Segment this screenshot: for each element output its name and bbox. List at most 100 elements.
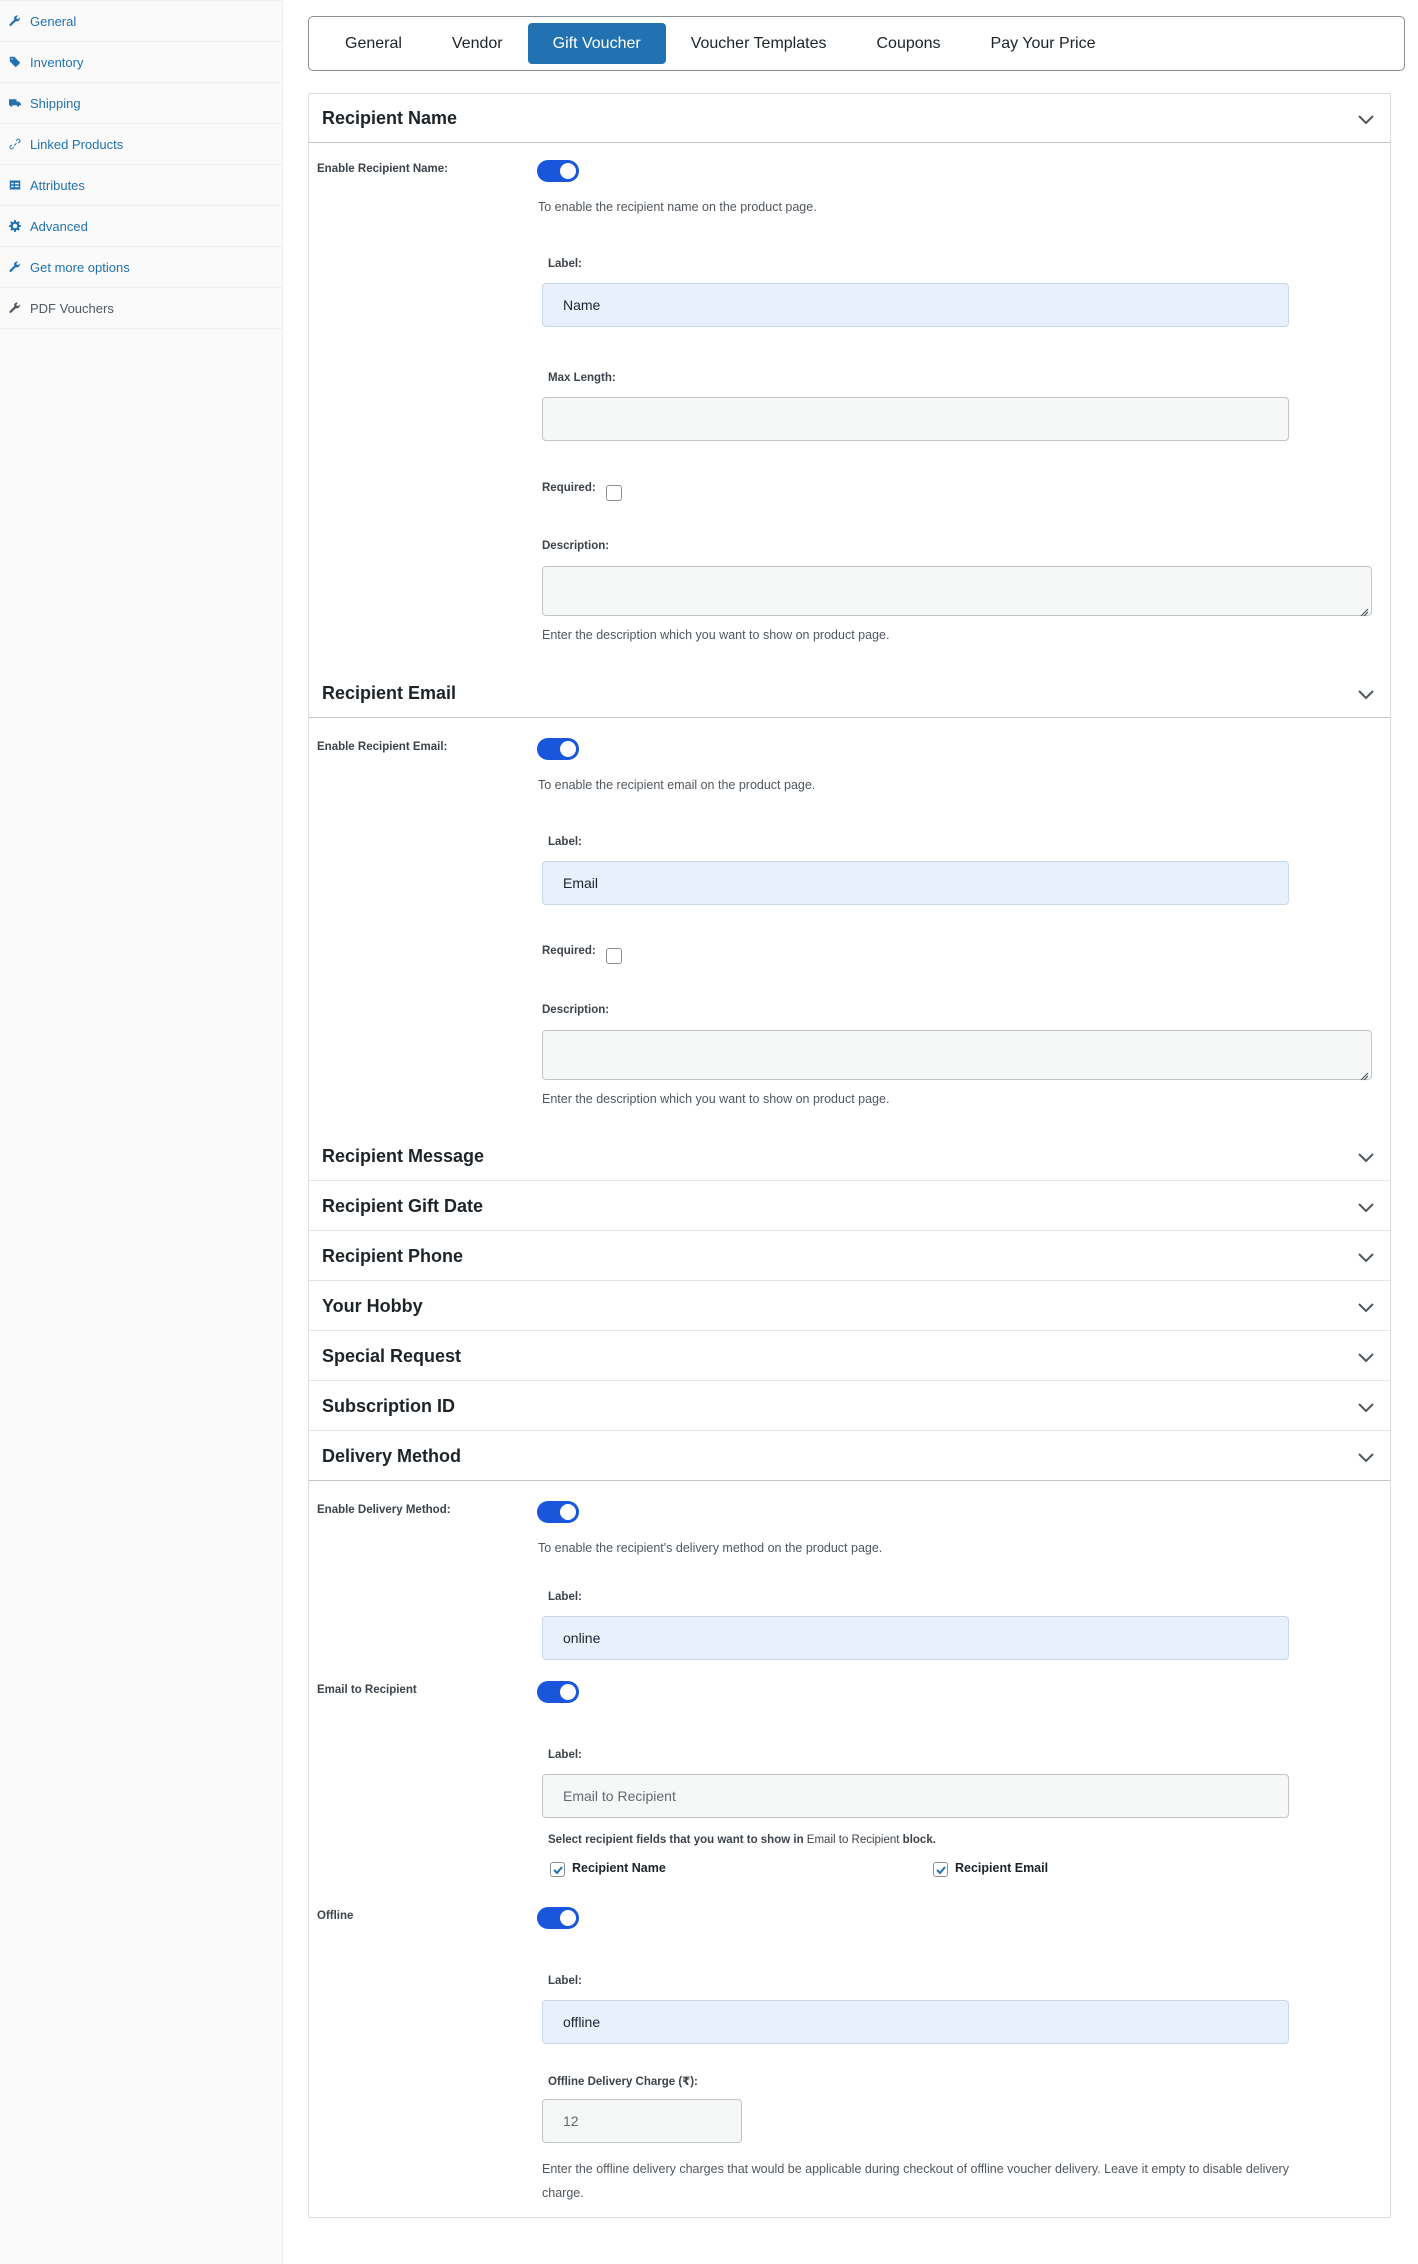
resize-grip-icon[interactable] — [1360, 1068, 1369, 1081]
sidebar-item-label: Inventory — [30, 54, 84, 70]
section-recipient-phone-header[interactable]: Recipient Phone — [309, 1232, 1390, 1281]
enable-delivery-method-toggle[interactable] — [537, 1501, 579, 1523]
recipient-email-label-input[interactable]: Email — [542, 861, 1289, 905]
recipient-name-label-label: Label: — [548, 258, 582, 270]
product-data-sidebar: General Inventory Shipping Linked Produc… — [0, 0, 283, 2264]
checkmark-icon — [553, 1866, 563, 1875]
field-recipient-email-label: Recipient Email — [955, 1861, 1049, 1875]
link-icon — [9, 138, 21, 150]
section-title: Subscription ID — [322, 1395, 456, 1416]
section-title: Recipient Name — [322, 107, 458, 128]
chevron-down-icon — [1356, 1397, 1376, 1417]
recipient-name-required-checkbox[interactable] — [606, 485, 622, 501]
sidebar-item-linked-products[interactable]: Linked Products — [0, 124, 282, 165]
section-title: Recipient Message — [322, 1145, 485, 1166]
tab-pay-your-price[interactable]: Pay Your Price — [966, 23, 1121, 64]
resize-grip-icon[interactable] — [1360, 604, 1369, 617]
field-recipient-email-checkbox[interactable] — [933, 1862, 948, 1877]
section-title: Recipient Phone — [322, 1245, 464, 1266]
section-recipient-message-header[interactable]: Recipient Message — [309, 1132, 1390, 1181]
tab-general[interactable]: General — [320, 23, 427, 64]
email-to-recipient-label: Email to Recipient — [317, 1684, 417, 1696]
sidebar-item-advanced[interactable]: Advanced — [0, 206, 282, 247]
chevron-down-icon — [1356, 1447, 1376, 1467]
recipient-name-description-help: Enter the description which you want to … — [542, 628, 890, 642]
offline-toggle[interactable] — [537, 1907, 579, 1929]
wrench-icon — [9, 302, 21, 314]
enable-recipient-email-help: To enable the recipient email on the pro… — [538, 778, 816, 792]
recipient-name-required-label: Required: — [542, 482, 596, 494]
enable-delivery-method-help: To enable the recipient's delivery metho… — [538, 1541, 883, 1555]
select-text-block-name: Email to Recipient — [806, 1834, 900, 1846]
enable-recipient-name-help: To enable the recipient name on the prod… — [538, 200, 817, 214]
offline-delivery-charge-help: Enter the offline delivery charges that … — [542, 2162, 1289, 2200]
recipient-name-label-input[interactable]: Name — [542, 283, 1289, 327]
recipient-email-description-textarea[interactable] — [542, 1030, 1372, 1081]
max-length-label: Max Length: — [548, 372, 616, 384]
recipient-email-label-label: Label: — [548, 836, 582, 848]
delivery-method-label-label: Label: — [548, 1591, 582, 1603]
enable-recipient-name-label: Enable Recipient Name: — [317, 163, 449, 175]
sidebar-item-label: Get more options — [30, 259, 130, 275]
chevron-down-icon — [1356, 1297, 1376, 1317]
delivery-method-label-input[interactable]: online — [542, 1616, 1289, 1660]
tab-voucher-templates[interactable]: Voucher Templates — [666, 23, 852, 64]
wrench-icon — [9, 15, 21, 27]
section-title: Your Hobby — [322, 1295, 423, 1316]
section-recipient-email-header[interactable]: Recipient Email — [309, 669, 1390, 718]
gear-icon — [9, 220, 21, 232]
sidebar-item-label: Attributes — [30, 177, 85, 193]
section-recipient-gift-date-header[interactable]: Recipient Gift Date — [309, 1182, 1390, 1231]
sidebar-item-get-more-options[interactable]: Get more options — [0, 247, 282, 288]
chevron-down-icon — [1356, 684, 1376, 704]
email-to-recipient-toggle[interactable] — [537, 1681, 579, 1703]
recipient-email-description-label: Description: — [542, 1004, 610, 1016]
max-length-input[interactable] — [542, 397, 1289, 441]
enable-recipient-email-label: Enable Recipient Email: — [317, 741, 448, 753]
select-recipient-fields-text: Select recipient fields that you want to… — [548, 1834, 936, 1846]
email-to-recipient-label-input[interactable]: Email to Recipient — [542, 1774, 1289, 1818]
section-your-hobby-header[interactable]: Your Hobby — [309, 1282, 1390, 1331]
voucher-tabs: General Vendor Gift Voucher Voucher Temp… — [308, 16, 1405, 71]
wrench-icon — [9, 261, 21, 273]
offline-label-input[interactable]: offline — [542, 2000, 1289, 2044]
tab-coupons[interactable]: Coupons — [851, 23, 965, 64]
gift-voucher-panel: Recipient Name Enable Recipient Name: To… — [308, 93, 1391, 2218]
tab-vendor[interactable]: Vendor — [427, 23, 528, 64]
section-subscription-id-header[interactable]: Subscription ID — [309, 1382, 1390, 1431]
section-recipient-name-header[interactable]: Recipient Name — [309, 94, 1390, 143]
sidebar-item-label: PDF Vouchers — [30, 300, 114, 316]
sidebar-item-inventory[interactable]: Inventory — [0, 42, 282, 83]
tag-icon — [9, 56, 21, 68]
sidebar-item-shipping[interactable]: Shipping — [0, 83, 282, 124]
field-recipient-name-checkbox[interactable] — [550, 1862, 565, 1877]
section-title: Delivery Method — [322, 1445, 462, 1466]
recipient-name-description-textarea[interactable] — [542, 566, 1372, 617]
tab-gift-voucher[interactable]: Gift Voucher — [527, 23, 666, 64]
recipient-email-required-checkbox[interactable] — [606, 948, 622, 964]
chevron-down-icon — [1356, 109, 1376, 129]
email-to-recipient-label-label: Label: — [548, 1749, 582, 1761]
chevron-down-icon — [1356, 1147, 1376, 1167]
section-delivery-method-header[interactable]: Delivery Method — [309, 1432, 1390, 1481]
table-icon — [9, 179, 21, 191]
recipient-name-description-label: Description: — [542, 540, 610, 552]
enable-recipient-email-toggle[interactable] — [537, 738, 579, 760]
sidebar-item-attributes[interactable]: Attributes — [0, 165, 282, 206]
sidebar-item-label: Shipping — [30, 95, 81, 111]
truck-icon — [9, 97, 21, 109]
main-content: General Vendor Gift Voucher Voucher Temp… — [283, 0, 1418, 2264]
recipient-email-description-help: Enter the description which you want to … — [542, 1092, 890, 1106]
sidebar-item-label: Advanced — [30, 218, 88, 234]
chevron-down-icon — [1356, 1197, 1376, 1217]
offline-delivery-charge-input[interactable]: 12 — [542, 2099, 742, 2143]
field-recipient-name-label: Recipient Name — [572, 1861, 666, 1875]
sidebar-item-label: Linked Products — [30, 136, 124, 152]
select-text-pre: Select recipient fields that you want to… — [548, 1834, 807, 1846]
sidebar-item-pdf-vouchers[interactable]: PDF Vouchers — [0, 288, 282, 329]
chevron-down-icon — [1356, 1347, 1376, 1367]
section-special-request-header[interactable]: Special Request — [309, 1332, 1390, 1381]
enable-recipient-name-toggle[interactable] — [537, 160, 579, 182]
sidebar-item-general[interactable]: General — [0, 1, 282, 42]
offline-label: Offline — [317, 1910, 354, 1922]
